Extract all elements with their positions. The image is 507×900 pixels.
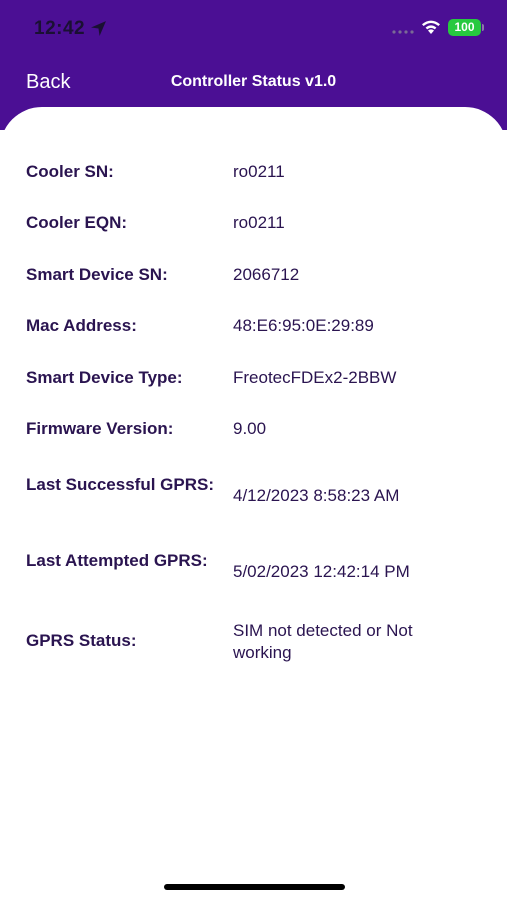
home-indicator[interactable] bbox=[164, 884, 345, 890]
page-title: Controller Status v1.0 bbox=[170, 73, 337, 90]
field-label: Cooler SN: bbox=[26, 162, 114, 181]
field-label: Last Attempted GPRS: bbox=[26, 551, 208, 570]
field-value: 9.00 bbox=[233, 419, 267, 438]
battery-level: 100 bbox=[454, 20, 475, 34]
status-time: 12:42 bbox=[34, 18, 86, 39]
field-label: Firmware Version: bbox=[26, 419, 174, 438]
field-label: GPRS Status: bbox=[26, 631, 137, 650]
cellular-signal-icon bbox=[392, 30, 414, 34]
field-label: Mac Address: bbox=[26, 316, 137, 335]
field-value: FreotecFDEx2-2BBW bbox=[233, 368, 397, 387]
field-value: 2066712 bbox=[233, 265, 300, 284]
field-value: ro0211 bbox=[233, 213, 285, 232]
field-value: ro0211 bbox=[233, 162, 285, 181]
battery-tip bbox=[482, 24, 484, 31]
field-label: Cooler EQN: bbox=[26, 213, 128, 232]
field-value: 5/02/2023 12:42:14 PM bbox=[233, 562, 410, 581]
field-label: Smart Device SN: bbox=[26, 265, 168, 284]
field-value: SIM not detected or Not working bbox=[233, 621, 413, 662]
location-arrow-icon bbox=[91, 21, 106, 36]
field-value: 48:E6:95:0E:29:89 bbox=[233, 316, 374, 335]
wifi-icon bbox=[422, 20, 440, 34]
battery-icon: 100 bbox=[448, 19, 481, 36]
field-label: Last Successful GPRS: bbox=[26, 475, 215, 494]
field-label: Smart Device Type: bbox=[26, 368, 183, 387]
field-value: 4/12/2023 8:58:23 AM bbox=[233, 486, 400, 505]
